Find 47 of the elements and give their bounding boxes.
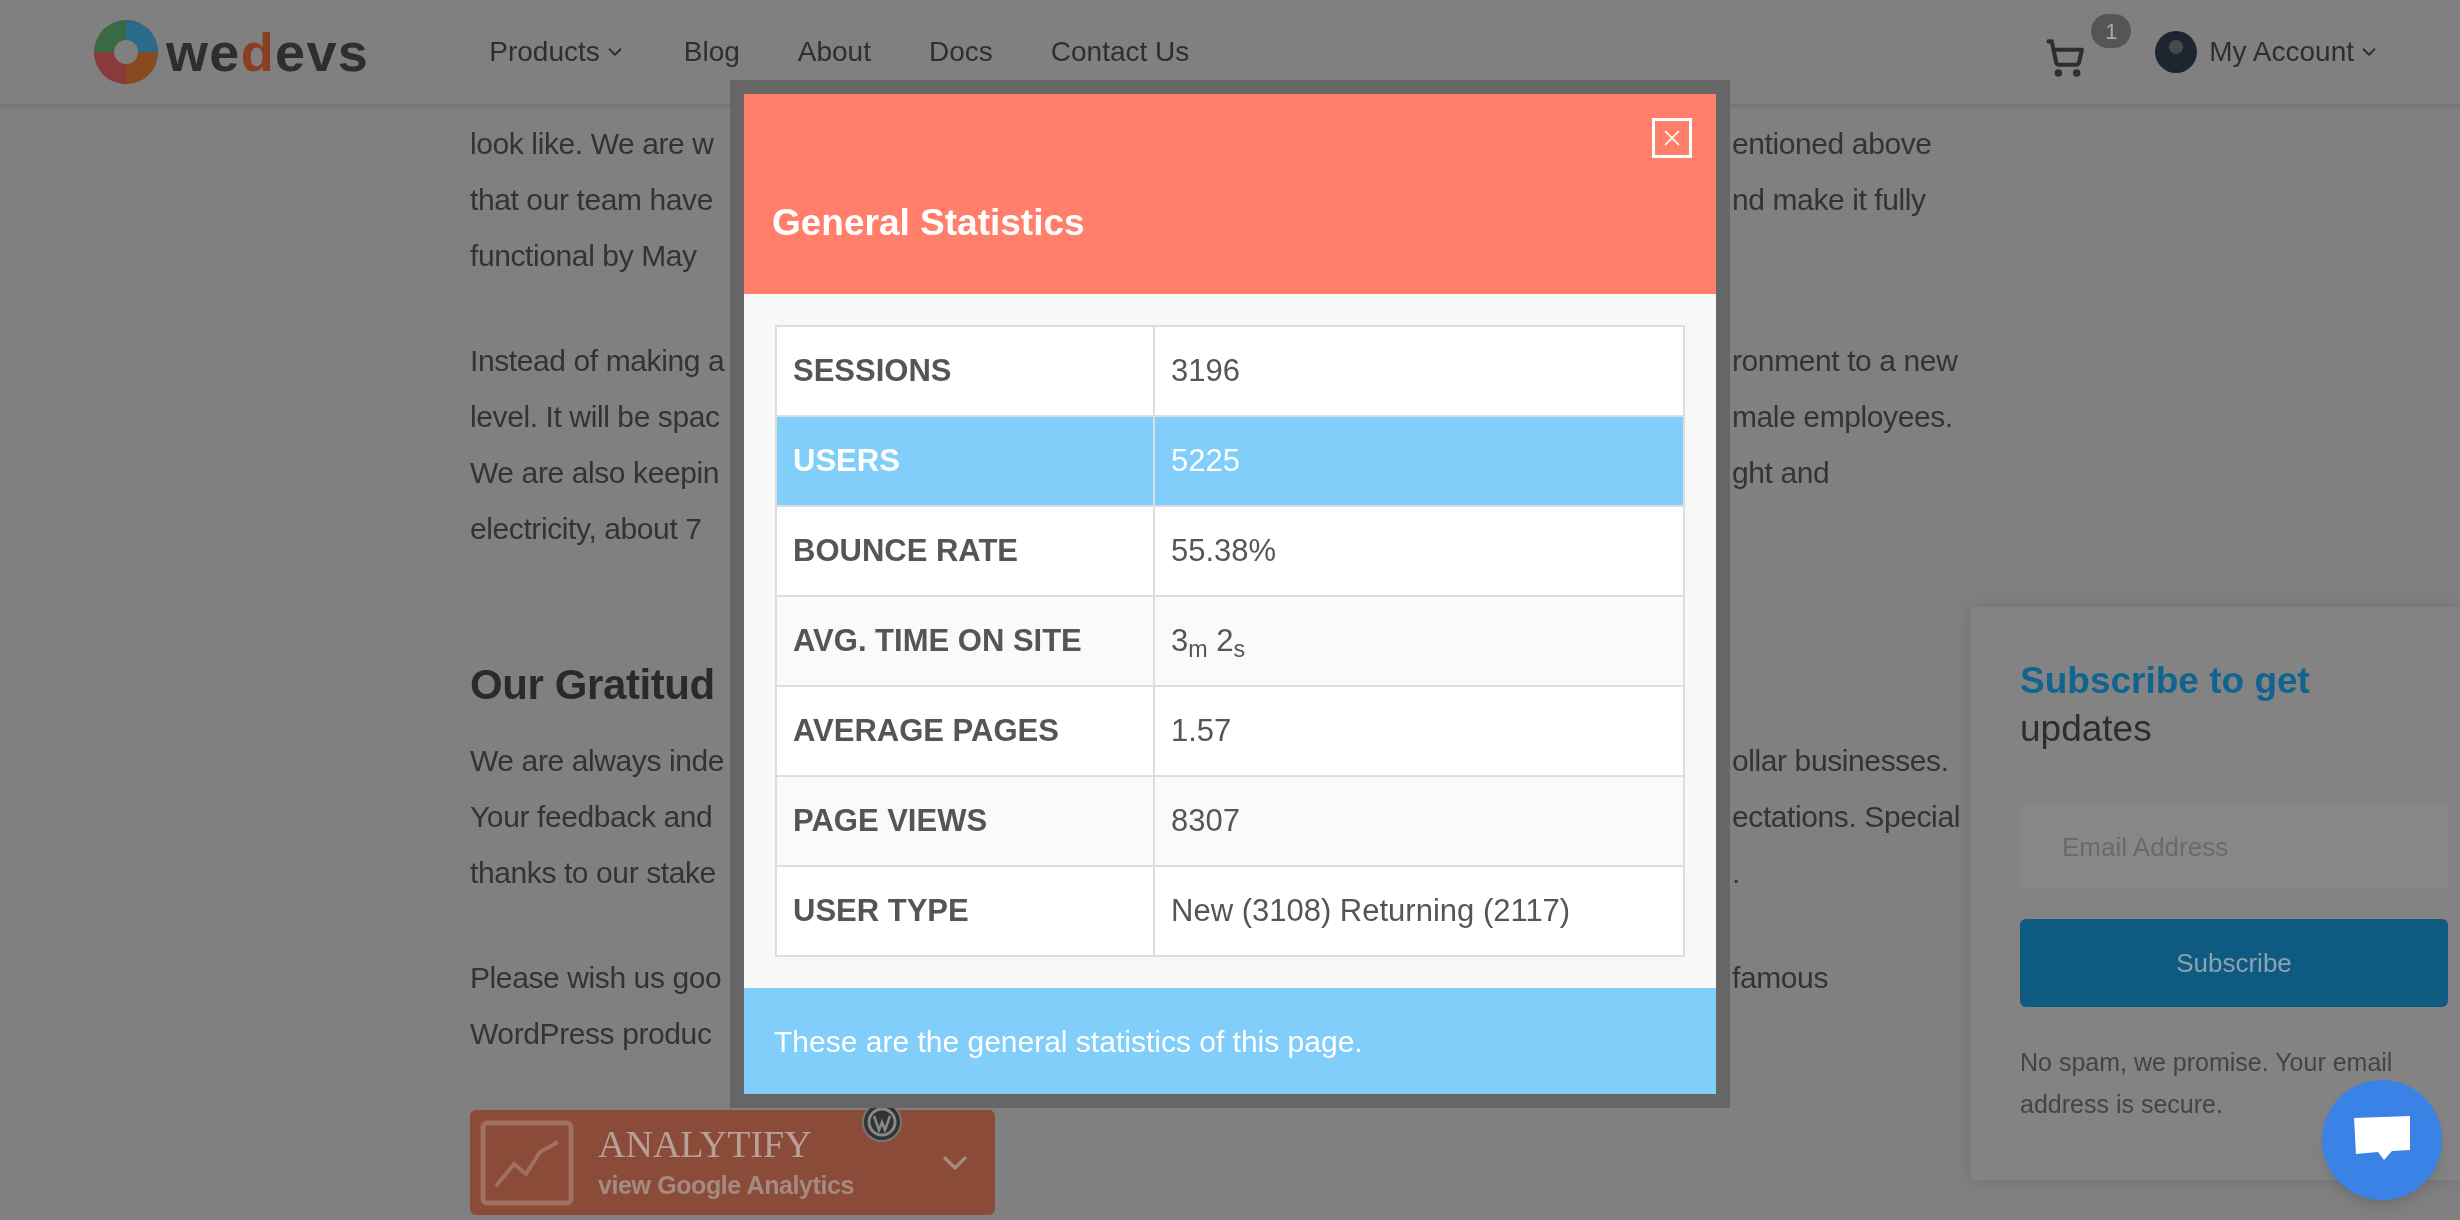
nav-link[interactable]: Products	[489, 31, 626, 73]
paragraph-text: We are always inde	[470, 743, 725, 777]
paragraph-text: look like. We are w	[470, 126, 714, 160]
paragraph-text: Your feedback and	[470, 799, 713, 833]
stat-label: SESSIONS	[776, 326, 1154, 416]
paragraph-text: ght and	[1732, 454, 1830, 491]
subscribe-button[interactable]: Subscribe	[2020, 919, 2448, 1007]
paragraph-text: We are also keepin	[470, 455, 720, 489]
analytify-button[interactable]: ANALYTIFY view Google Analytics	[470, 1110, 995, 1215]
cart-icon[interactable]	[2045, 38, 2086, 78]
paragraph-text: entioned above	[1732, 125, 1932, 162]
analytify-subtitle: view Google Analytics	[598, 1169, 855, 1201]
paragraph-text: famous	[1732, 959, 1828, 996]
paragraph-text: Please wish us goo	[470, 960, 722, 994]
paragraph-text: that our team have	[470, 182, 713, 216]
close-button[interactable]	[1652, 118, 1692, 158]
cart-count: 1	[2091, 14, 2132, 48]
paragraph-text: Instead of making a	[470, 343, 725, 377]
subscribe-title: Subscribe to get	[2020, 659, 2311, 703]
paragraph-text: male employees.	[1732, 398, 1953, 435]
nav-link[interactable]: About	[797, 31, 871, 73]
subscribe-subtitle: updates	[2020, 707, 2153, 751]
account-menu[interactable]: My Account	[2209, 31, 2380, 73]
nav-link[interactable]: Blog	[683, 31, 740, 73]
paragraph-text: ronment to a new	[1732, 342, 1958, 379]
paragraph-text: electricity, about 7	[470, 511, 702, 545]
logo-text[interactable]: wedevs	[166, 25, 370, 79]
paragraph-text: functional by May	[470, 238, 697, 272]
chart-icon	[480, 1119, 574, 1206]
modal-footer-text: These are the general statistics of this page.	[774, 1023, 1363, 1060]
paragraph-text: .	[1732, 854, 1740, 891]
nav-link[interactable]: Docs	[928, 31, 993, 73]
modal-title: General Statistics	[772, 200, 1085, 245]
paragraph-text: nd make it fully	[1732, 181, 1926, 218]
paragraph-text: ollar businesses.	[1732, 742, 1949, 779]
stat-label: USER TYPE	[776, 866, 1154, 956]
paragraph-text: ectations. Special	[1732, 798, 1960, 835]
paragraph-text: level. It will be spac	[470, 399, 720, 433]
stat-value: 3196	[1154, 326, 1684, 416]
nav-link[interactable]: Contact Us	[1050, 31, 1190, 73]
paragraph-text: WordPress produc	[470, 1016, 712, 1050]
stat-value: New (3108) Returning (2117)	[1154, 866, 1684, 956]
analytify-title: ANALYTIFY	[598, 1121, 813, 1167]
avatar	[2155, 31, 2198, 73]
section-heading: Our Gratitud	[470, 659, 715, 710]
paragraph-text: thanks to our stake	[470, 855, 716, 889]
subscribe-note: No spam, we promise. Your email address is secure.	[2020, 1047, 2394, 1120]
